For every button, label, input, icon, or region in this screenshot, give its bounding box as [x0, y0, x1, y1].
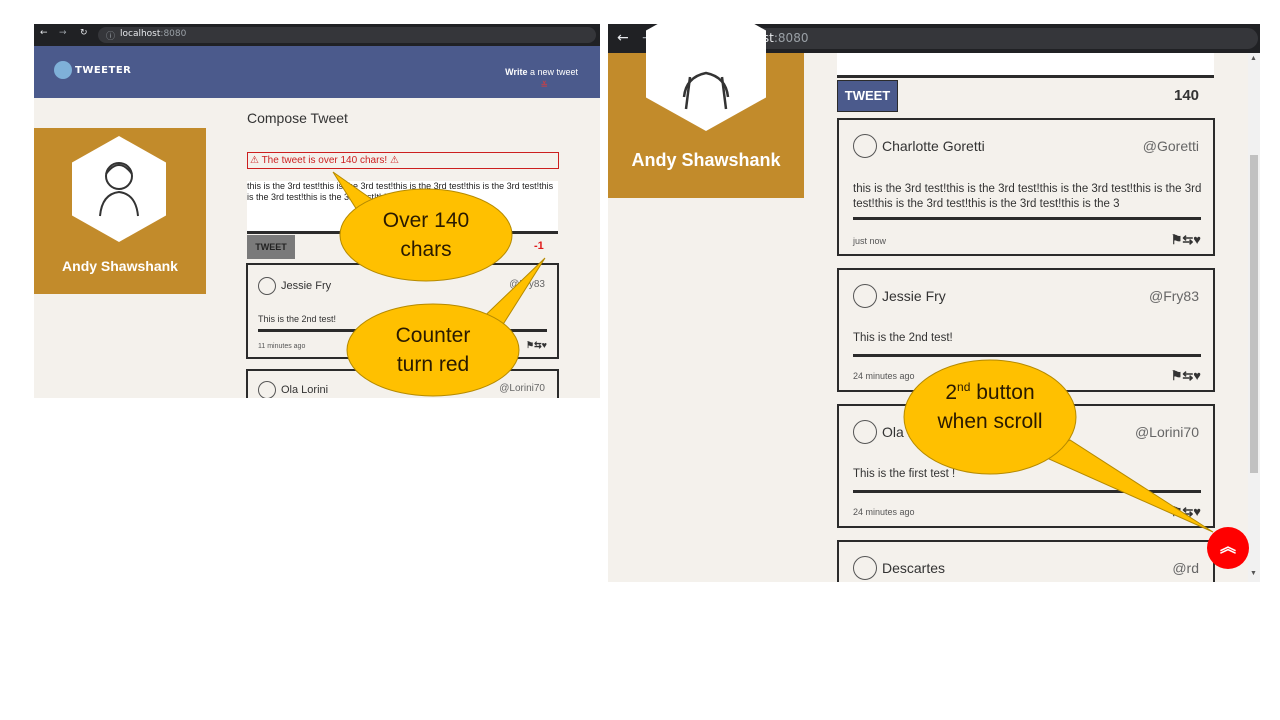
- callout-pointer-scroll: [1038, 439, 1214, 533]
- callout-sup: nd: [957, 380, 971, 394]
- callout-scroll-text: 2nd button when scroll: [930, 373, 1050, 436]
- callout-shapes-right: [903, 359, 1214, 533]
- callout-pre: 2: [945, 381, 958, 404]
